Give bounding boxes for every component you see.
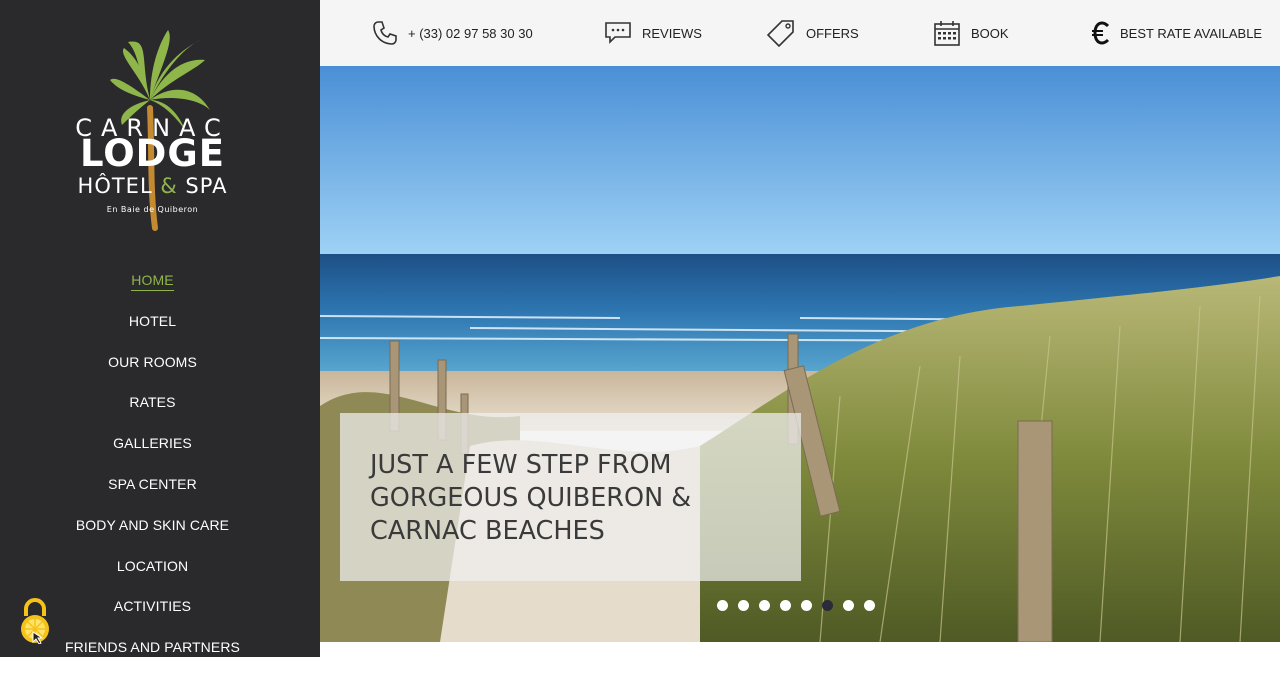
phone-link[interactable]: + (33) 02 97 58 30 30 <box>372 0 533 66</box>
logo-tagline: En Baie de Quiberon <box>106 205 199 214</box>
nav-item-hotel: HOTEL <box>0 311 305 352</box>
nav-link-friends-partners[interactable]: FRIENDS AND PARTNERS <box>65 637 240 655</box>
euro-icon <box>1092 21 1110 45</box>
hotel-logo[interactable]: CARNAC LODGE HÔTEL & SPA En Baie de Quib… <box>0 0 320 240</box>
reviews-label: REVIEWS <box>642 25 702 41</box>
nav-link-activities[interactable]: ACTIVITIES <box>114 596 191 614</box>
nav-link-spa-center[interactable]: SPA CENTER <box>108 474 197 492</box>
page-content-start <box>320 642 1280 657</box>
phone-icon <box>372 20 398 46</box>
logo-hotel-word: HÔTEL <box>77 174 153 198</box>
nav-item-galleries: GALLERIES <box>0 433 305 474</box>
reviews-link[interactable]: REVIEWS <box>604 0 702 66</box>
book-label: BOOK <box>971 25 1009 41</box>
hero-slider[interactable]: JUST A FEW STEP FROM GORGEOUS QUIBERON &… <box>320 66 1280 642</box>
best-rate-link[interactable]: BEST RATE AVAILABLE <box>1092 0 1262 66</box>
padlock-icon[interactable] <box>18 598 52 645</box>
nav-item-home: HOME <box>0 270 305 311</box>
nav-item-location: LOCATION <box>0 556 305 597</box>
nav-item-rates: RATES <box>0 392 305 433</box>
slider-dot-6[interactable] <box>822 600 833 611</box>
sidebar: CARNAC LODGE HÔTEL & SPA En Baie de Quib… <box>0 0 320 657</box>
nav-link-home[interactable]: HOME <box>131 270 174 291</box>
chat-bubble-icon <box>604 21 632 45</box>
hero-caption-text: JUST A FEW STEP FROM GORGEOUS QUIBERON &… <box>370 450 692 546</box>
nav-link-hotel[interactable]: HOTEL <box>129 311 176 329</box>
nav-link-rates[interactable]: RATES <box>129 392 175 410</box>
slider-dot-1[interactable] <box>717 600 728 611</box>
slider-dot-7[interactable] <box>843 600 854 611</box>
nav-link-rooms[interactable]: OUR ROOMS <box>108 352 197 370</box>
phone-label: + (33) 02 97 58 30 30 <box>408 25 533 41</box>
logo-lodge-text: LODGE <box>79 132 226 175</box>
book-link[interactable]: BOOK <box>933 0 1009 66</box>
slider-dots <box>717 600 875 611</box>
best-rate-label: BEST RATE AVAILABLE <box>1120 25 1263 41</box>
logo-hotel-spa-text: HÔTEL & SPA <box>0 174 305 198</box>
offers-link[interactable]: OFFERS <box>766 0 859 66</box>
offers-label: OFFERS <box>806 25 859 41</box>
nav-item-body-skin-care: BODY AND SKIN CARE <box>0 515 305 556</box>
nav-item-rooms: OUR ROOMS <box>0 352 305 393</box>
hero-caption: JUST A FEW STEP FROM GORGEOUS QUIBERON &… <box>340 413 801 581</box>
nav-link-location[interactable]: LOCATION <box>117 556 188 574</box>
logo-spa-word: SPA <box>185 174 228 198</box>
slider-dot-4[interactable] <box>780 600 791 611</box>
nav-item-spa-center: SPA CENTER <box>0 474 305 515</box>
slider-dot-5[interactable] <box>801 600 812 611</box>
top-bar: + (33) 02 97 58 30 30 REVIEWS OFFERS BOO… <box>320 0 1280 66</box>
slider-dot-3[interactable] <box>759 600 770 611</box>
slider-dot-8[interactable] <box>864 600 875 611</box>
nav-link-body-skin-care[interactable]: BODY AND SKIN CARE <box>76 515 229 533</box>
nav-link-galleries[interactable]: GALLERIES <box>113 433 192 451</box>
slider-dot-2[interactable] <box>738 600 749 611</box>
tag-icon <box>766 18 796 48</box>
logo-ampersand: & <box>160 174 178 198</box>
calendar-icon <box>933 19 961 47</box>
